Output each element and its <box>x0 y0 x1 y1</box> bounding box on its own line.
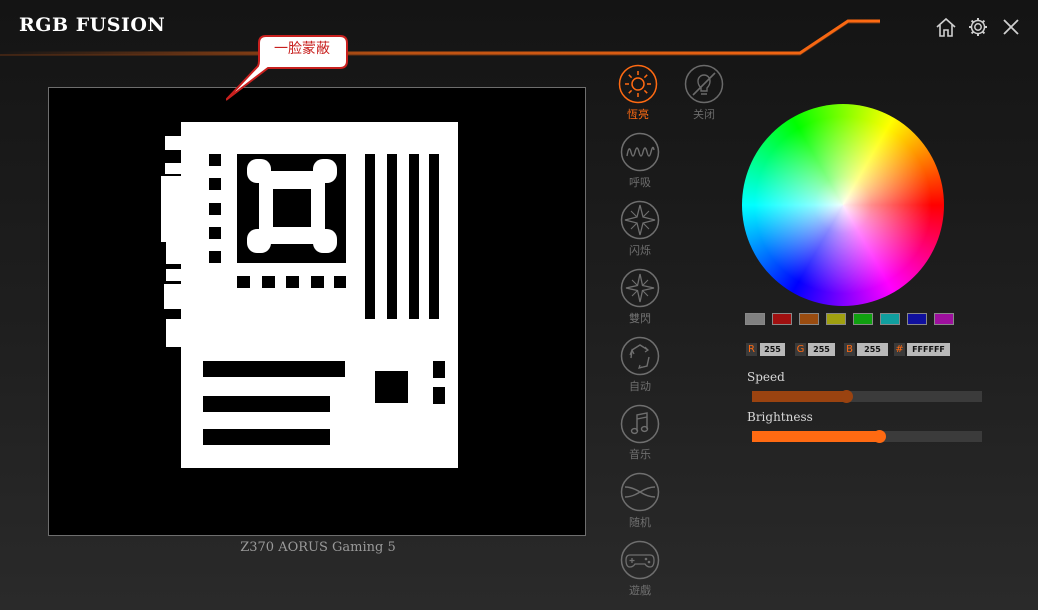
hex-value-field[interactable]: FFFFFF <box>907 343 950 356</box>
close-icon[interactable] <box>1000 16 1022 38</box>
gamepad-icon <box>620 540 660 580</box>
color-swatch[interactable] <box>934 313 954 325</box>
red-value-field[interactable]: 255 <box>760 343 785 356</box>
mode-label: 自动 <box>629 380 651 393</box>
mode-label: 遊戲 <box>629 584 651 597</box>
speed-slider-fill <box>752 391 847 402</box>
color-swatch[interactable] <box>880 313 900 325</box>
mode-music-button[interactable]: 音乐 <box>618 404 662 462</box>
mode-flash-button[interactable]: 闪烁 <box>618 200 662 258</box>
shuffle-icon <box>620 472 660 512</box>
blue-value-field[interactable]: 255 <box>857 343 888 356</box>
sun-icon <box>618 64 658 104</box>
model-name-label: Z370 AORUS Gaming 5 <box>240 540 396 555</box>
app-title: RGB FUSION <box>19 14 166 36</box>
color-wheel[interactable] <box>742 104 944 306</box>
gear-icon[interactable] <box>967 16 989 38</box>
motherboard-preview <box>48 87 586 536</box>
brightness-slider[interactable] <box>752 430 982 443</box>
speed-label: Speed <box>747 370 785 384</box>
color-swatch[interactable] <box>772 313 792 325</box>
red-key-label: R <box>746 343 757 356</box>
speed-slider-thumb[interactable] <box>840 390 854 403</box>
brightness-slider-thumb[interactable] <box>872 430 886 443</box>
brightness-label: Brightness <box>747 410 813 424</box>
mode-auto-button[interactable]: 自动 <box>618 336 662 394</box>
annotation-callout-text: 一脸蒙蔽 <box>274 41 330 57</box>
mode-off-button[interactable]: 关闭 <box>682 64 726 122</box>
mode-label: 随机 <box>629 516 651 529</box>
mode-label: 关闭 <box>693 108 715 121</box>
green-key-label: G <box>795 343 806 356</box>
wave-icon <box>620 132 660 172</box>
mode-game-button[interactable]: 遊戲 <box>618 540 662 598</box>
double-flash-star-icon <box>620 268 660 308</box>
mode-random-button[interactable]: 随机 <box>618 472 662 530</box>
green-value-field[interactable]: 255 <box>808 343 835 356</box>
flash-star-icon <box>620 200 660 240</box>
color-swatch[interactable] <box>853 313 873 325</box>
rgb-fusion-window: RGB FUSION Z370 AORUS Gaming 5 一脸蒙蔽 恆亮 关… <box>0 0 1038 610</box>
mode-label: 音乐 <box>629 448 651 461</box>
home-icon[interactable] <box>935 16 957 38</box>
color-swatch[interactable] <box>799 313 819 325</box>
mode-label: 雙閃 <box>629 312 651 325</box>
color-swatch[interactable] <box>745 313 765 325</box>
blue-key-label: B <box>844 343 855 356</box>
mode-double-flash-button[interactable]: 雙閃 <box>618 268 662 326</box>
brightness-slider-fill <box>752 431 879 442</box>
hex-key-label: # <box>894 343 905 356</box>
speed-slider[interactable] <box>752 390 982 403</box>
color-swatch[interactable] <box>907 313 927 325</box>
mode-label: 恆亮 <box>627 108 649 121</box>
mode-breathing-button[interactable]: 呼吸 <box>618 132 662 190</box>
color-swatches <box>745 313 961 325</box>
cycle-arrows-icon <box>620 336 660 376</box>
mode-label: 呼吸 <box>629 176 651 189</box>
lightbulb-off-icon <box>684 64 724 104</box>
mode-static-button[interactable]: 恆亮 <box>616 64 660 122</box>
motherboard-illustration <box>161 122 458 468</box>
music-note-icon <box>620 404 660 444</box>
mode-label: 闪烁 <box>629 244 651 257</box>
color-swatch[interactable] <box>826 313 846 325</box>
